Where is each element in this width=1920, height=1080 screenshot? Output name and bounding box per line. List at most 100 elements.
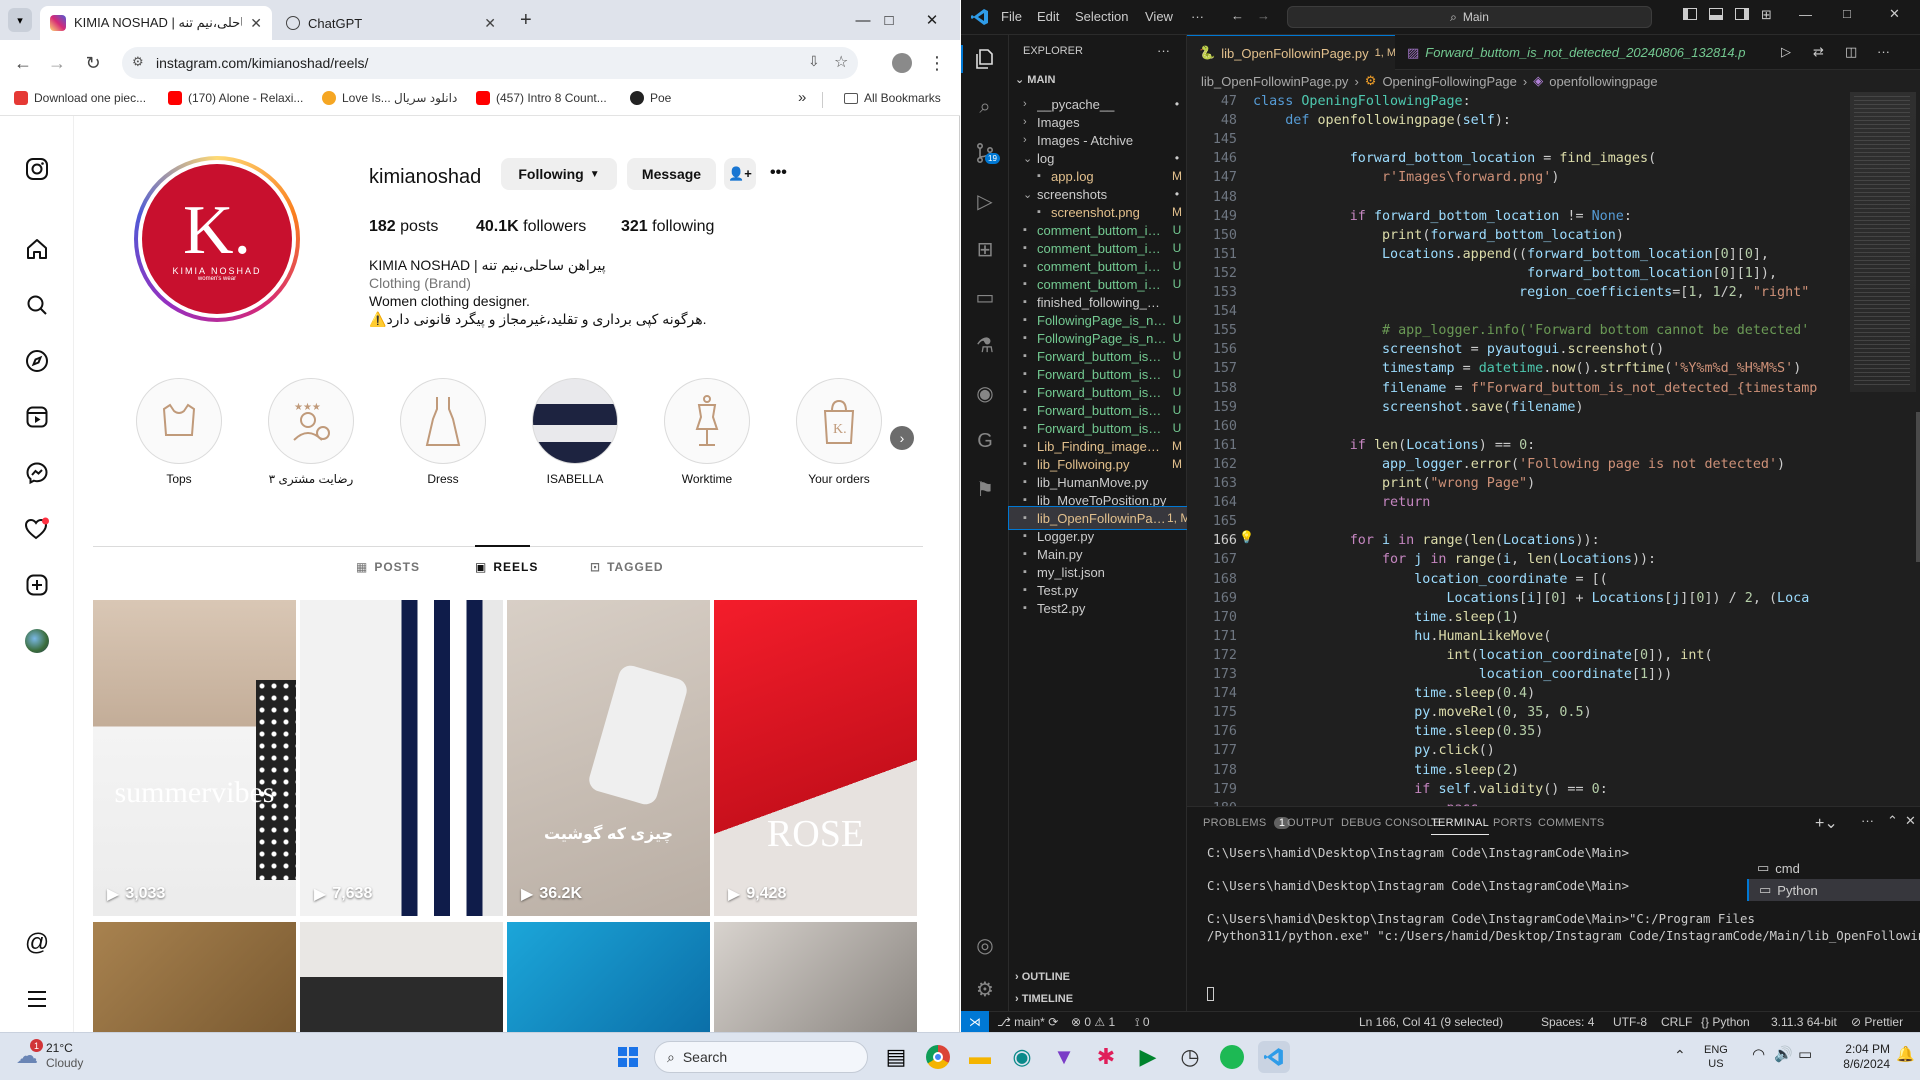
- github-icon[interactable]: ◉: [973, 381, 997, 405]
- profile-avatar-large[interactable]: K. KIMIA NOSHAD women's wear: [134, 156, 300, 322]
- terminal-item-cmd[interactable]: ▭ cmd: [1747, 857, 1920, 879]
- suggest-user-button[interactable]: 👤+: [724, 158, 756, 190]
- code-view[interactable]: 47 class OpeningFollowingPage: 48 def open…: [1187, 92, 1920, 806]
- followers-count[interactable]: 40.1K followers: [476, 218, 586, 236]
- close-window-button[interactable]: ✕: [915, 6, 949, 34]
- start-windows-icon[interactable]: [612, 1041, 644, 1073]
- show-hidden-icons[interactable]: ⌃: [1674, 1047, 1686, 1064]
- all-bookmarks-button[interactable]: All Bookmarks: [844, 91, 941, 105]
- vpn-app-icon[interactable]: ▼: [1048, 1041, 1080, 1073]
- terminal-item-python[interactable]: ▭ Python: [1747, 879, 1920, 901]
- reel-tile[interactable]: [93, 922, 296, 1032]
- file-explorer-icon[interactable]: ▤: [880, 1041, 912, 1073]
- maximize-button[interactable]: □: [872, 6, 906, 34]
- maximize-button[interactable]: □: [1843, 6, 1851, 21]
- settings-gear-icon[interactable]: ⚙: [973, 977, 997, 1001]
- bookmark-star-icon[interactable]: ☆: [834, 52, 848, 72]
- breadcrumb-class[interactable]: OpeningFollowingPage: [1382, 74, 1516, 89]
- following-count[interactable]: 321 following: [621, 218, 714, 236]
- language-indicator[interactable]: ENG US: [1704, 1043, 1728, 1071]
- remote-explorer-icon[interactable]: ▭: [973, 285, 997, 309]
- line-ending[interactable]: CRLF: [1661, 1015, 1692, 1029]
- reel-tile[interactable]: summervibes ▶ 3,033: [93, 600, 296, 916]
- notifications-heart-icon[interactable]: [20, 512, 54, 546]
- weather-widget[interactable]: ☁ 1 21°C Cloudy: [16, 1039, 83, 1071]
- remote-indicator[interactable]: ⋊: [961, 1011, 989, 1032]
- bookmark-item[interactable]: Love Is... دانلود سریال: [322, 91, 457, 105]
- panel-tab-output[interactable]: OUTPUT: [1287, 817, 1334, 829]
- prettier-status[interactable]: ⊘ Prettier: [1851, 1015, 1903, 1029]
- profile-avatar[interactable]: [892, 53, 912, 73]
- tab-search-button[interactable]: ▾: [8, 8, 32, 32]
- menu-more[interactable]: ···: [1191, 9, 1204, 24]
- battery-icon[interactable]: ▭: [1798, 1045, 1812, 1063]
- source-control-icon[interactable]: 19: [973, 141, 1000, 165]
- search-icon[interactable]: [20, 288, 54, 322]
- editor-tab-active[interactable]: 🐍 lib_OpenFollowinPage.py 1, M ✕: [1187, 35, 1395, 70]
- install-icon[interactable]: ⇩: [808, 53, 820, 70]
- bookmark-item[interactable]: Download one piec...: [14, 91, 146, 105]
- toggle-secondary-sidebar-icon[interactable]: [1735, 8, 1749, 20]
- testing-flask-icon[interactable]: ⚗: [973, 333, 997, 357]
- more-menu-icon[interactable]: [20, 982, 54, 1016]
- close-window-button[interactable]: ✕: [1889, 6, 1900, 22]
- highlight-satisfaction[interactable]: ★★★ رضایت مشتری ۳: [257, 378, 365, 486]
- slack-icon[interactable]: ✱: [1090, 1041, 1122, 1073]
- panel-tab-debug-console[interactable]: DEBUG CONSOLE: [1341, 817, 1441, 829]
- split-editor-icon[interactable]: ◫: [1845, 44, 1857, 60]
- spotify-icon[interactable]: [1216, 1041, 1248, 1073]
- clock-app-icon[interactable]: ◷: [1174, 1041, 1206, 1073]
- search-icon[interactable]: ⌕: [973, 95, 997, 119]
- nav-back-icon[interactable]: ←: [1231, 8, 1244, 23]
- highlight-worktime[interactable]: Worktime: [653, 378, 761, 486]
- tab-tagged[interactable]: ⊡ TAGGED: [590, 560, 664, 574]
- toggle-panel-icon[interactable]: [1709, 8, 1723, 20]
- following-button[interactable]: Following ▼: [501, 158, 617, 190]
- back-icon[interactable]: ←: [10, 50, 36, 76]
- explorer-files-icon[interactable]: [973, 47, 997, 71]
- chrome-menu-icon[interactable]: ⋮: [924, 50, 950, 76]
- bookmark-item[interactable]: (170) Alone - Relaxi...: [168, 91, 303, 105]
- ports-indicator[interactable]: ⟟ 0: [1135, 1015, 1150, 1030]
- threads-icon[interactable]: @: [20, 926, 54, 960]
- create-icon[interactable]: [20, 568, 54, 602]
- volume-icon[interactable]: 🔊: [1774, 1045, 1793, 1063]
- highlight-orders[interactable]: K. Your orders: [785, 378, 893, 486]
- tab-reels[interactable]: ▣ REELS: [475, 560, 538, 574]
- compare-changes-icon[interactable]: ⇄: [1813, 44, 1824, 60]
- explorer-item[interactable]: ▪ Test2.py: [1009, 597, 1187, 619]
- terminal-output[interactable]: C:\Users\hamid\Desktop\Instagram Code\In…: [1207, 845, 1920, 944]
- cursor-position[interactable]: Ln 166, Col 41 (9 selected): [1359, 1015, 1503, 1029]
- nav-forward-icon[interactable]: →: [1257, 8, 1270, 23]
- gitlens-icon[interactable]: G: [973, 429, 997, 453]
- run-debug-icon[interactable]: ▷: [973, 189, 997, 213]
- new-terminal-icon[interactable]: +⌄: [1815, 813, 1838, 833]
- explore-icon[interactable]: [20, 344, 54, 378]
- bookmark-icon[interactable]: ⚑: [973, 477, 997, 501]
- vscode-icon[interactable]: [1258, 1041, 1290, 1073]
- timeline-section[interactable]: › TIMELINE: [1015, 993, 1073, 1005]
- highlight-dress[interactable]: Dress: [389, 378, 497, 486]
- explorer-more-icon[interactable]: ···: [1157, 43, 1170, 58]
- editor-more-icon[interactable]: ···: [1877, 44, 1890, 59]
- minimize-button[interactable]: —: [1799, 7, 1812, 22]
- close-tab-icon[interactable]: ✕: [484, 15, 496, 32]
- maximize-panel-icon[interactable]: ⌃: [1887, 813, 1898, 829]
- reel-tile[interactable]: ROSE ▶ 9,428: [714, 600, 917, 916]
- problems-indicator[interactable]: ⊗ 0 ⚠ 1: [1071, 1015, 1115, 1029]
- message-button[interactable]: Message: [627, 158, 716, 190]
- extensions-icon[interactable]: ⊞: [973, 237, 997, 261]
- clock[interactable]: 2:04 PM 8/6/2024: [1830, 1042, 1890, 1072]
- explorer-root[interactable]: ⌄ MAIN: [1015, 73, 1055, 86]
- meet-icon[interactable]: ▶: [1132, 1041, 1164, 1073]
- bookmark-item[interactable]: Poe: [630, 91, 671, 105]
- highlights-next-icon[interactable]: ›: [890, 426, 914, 450]
- customize-layout-icon[interactable]: ⊞: [1761, 7, 1772, 23]
- menu-selection[interactable]: Selection: [1075, 9, 1128, 24]
- instagram-logo-icon[interactable]: [20, 152, 54, 186]
- wifi-icon[interactable]: ◠: [1752, 1045, 1765, 1063]
- highlight-tops[interactable]: Tops: [125, 378, 233, 486]
- reel-tile[interactable]: ▶ 7,638: [300, 600, 503, 916]
- close-panel-icon[interactable]: ✕: [1905, 813, 1916, 829]
- site-info-icon[interactable]: ⚙: [132, 54, 144, 70]
